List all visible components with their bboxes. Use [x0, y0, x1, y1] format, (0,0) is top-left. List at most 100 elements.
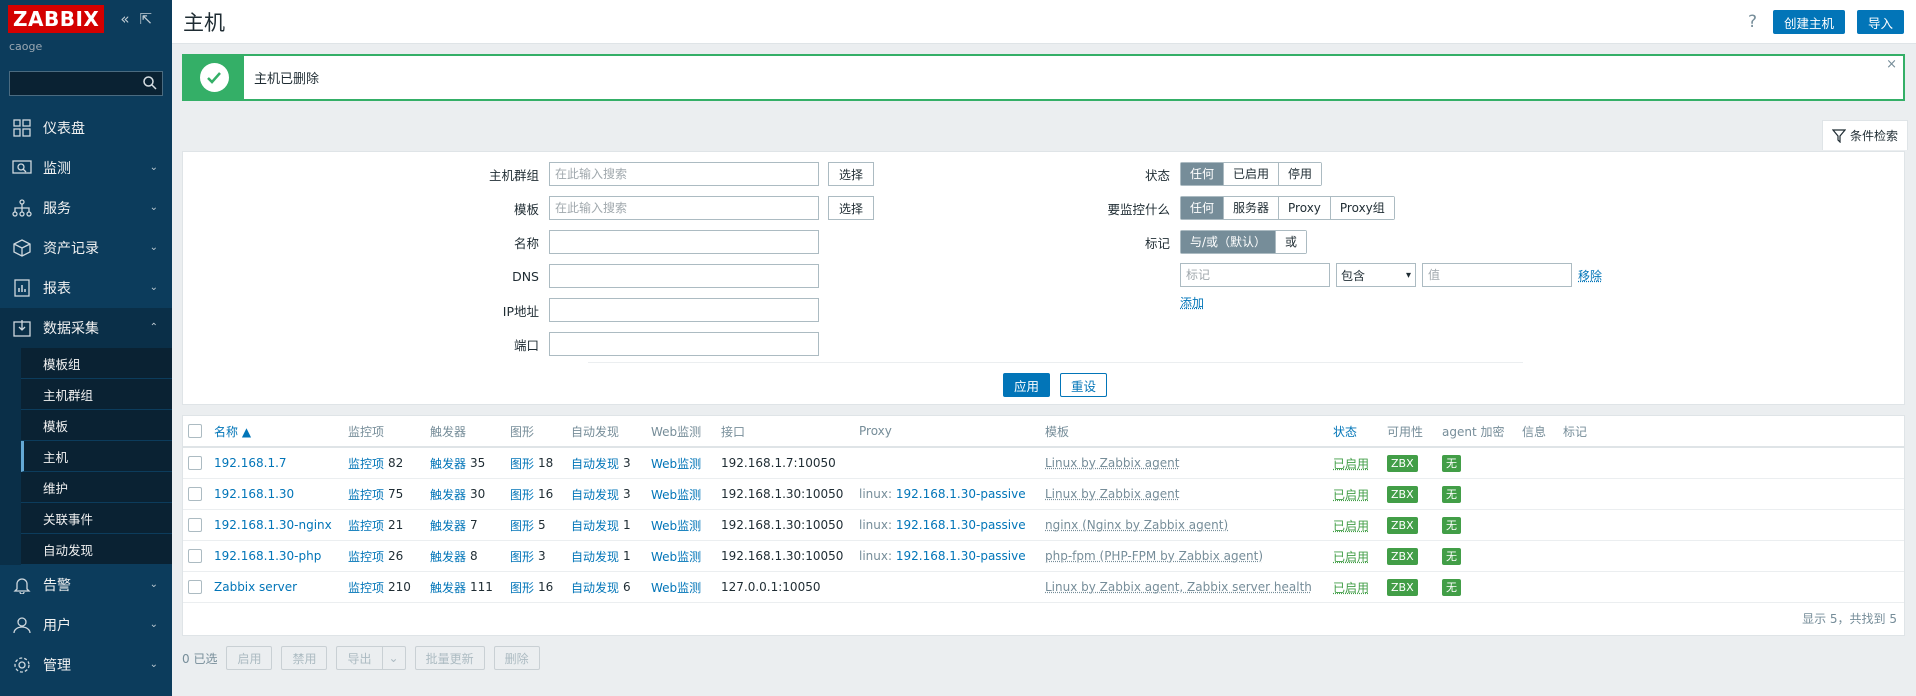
proxy-link[interactable]: 192.168.1.30-passive — [896, 549, 1026, 563]
tag-operator-select[interactable]: 包含 ▾ — [1336, 263, 1416, 287]
proxy-link[interactable]: 192.168.1.30-passive — [896, 518, 1026, 532]
status-toggle[interactable]: 已启用 — [1333, 455, 1369, 472]
graphs-link[interactable]: 图形 — [510, 548, 534, 565]
search-icon[interactable] — [142, 75, 158, 91]
status-toggle[interactable]: 已启用 — [1333, 548, 1369, 565]
add-tag-link[interactable]: 添加 — [1180, 294, 1204, 311]
web-link[interactable]: Web监测 — [651, 486, 701, 503]
host-name-link[interactable]: 192.168.1.7 — [214, 456, 287, 470]
menu-item-reports[interactable]: 报表 ⌄ — [0, 268, 172, 308]
submenu-item-template-groups[interactable]: 模板组 — [21, 348, 172, 379]
status-toggle[interactable]: 已启用 — [1333, 579, 1369, 596]
menu-item-administration[interactable]: 管理 ⌄ — [0, 645, 172, 685]
items-link[interactable]: 监控项 — [348, 517, 384, 534]
triggers-link[interactable]: 触发器 — [430, 455, 466, 472]
disable-button[interactable]: 禁用 — [281, 646, 328, 670]
template-input[interactable] — [549, 196, 819, 220]
templates-link[interactable]: Linux by Zabbix agent, Zabbix server hea… — [1045, 580, 1312, 594]
web-link[interactable]: Web监测 — [651, 548, 701, 565]
template-select-button[interactable]: 选择 — [828, 196, 875, 220]
web-link[interactable]: Web监测 — [651, 579, 701, 596]
close-icon[interactable]: × — [1886, 57, 1897, 72]
items-link[interactable]: 监控项 — [348, 455, 384, 472]
apply-button[interactable]: 应用 — [1003, 373, 1051, 397]
ip-input[interactable] — [549, 298, 819, 322]
export-button[interactable]: 导出 — [336, 646, 383, 670]
templates-link[interactable]: Linux by Zabbix agent — [1045, 456, 1179, 470]
host-group-input[interactable] — [549, 162, 819, 186]
dns-input[interactable] — [549, 264, 819, 288]
column-header-name[interactable]: 名称 ▲ — [214, 416, 251, 446]
discovery-link[interactable]: 自动发现 — [571, 517, 619, 534]
host-name-link[interactable]: Zabbix server — [214, 580, 297, 594]
create-host-button[interactable]: 创建主机 — [1772, 10, 1845, 34]
row-checkbox[interactable] — [188, 487, 202, 501]
items-link[interactable]: 监控项 — [348, 548, 384, 565]
graphs-link[interactable]: 图形 — [510, 455, 534, 472]
menu-item-monitoring[interactable]: 监测 ⌄ — [0, 148, 172, 188]
reset-button[interactable]: 重设 — [1060, 373, 1108, 397]
tag-name-input[interactable] — [1180, 263, 1330, 287]
menu-item-data-collection[interactable]: 数据采集 ⌃ — [0, 308, 172, 348]
submenu-item-hosts[interactable]: 主机 — [21, 441, 172, 472]
import-button[interactable]: 导入 — [1856, 10, 1904, 34]
monitored-by-server-option[interactable]: 服务器 — [1223, 197, 1279, 219]
sidebar-search-input[interactable] — [9, 71, 163, 96]
menu-item-dashboard[interactable]: 仪表盘 — [0, 108, 172, 148]
menu-item-inventory[interactable]: 资产记录 ⌄ — [0, 228, 172, 268]
filter-tab[interactable]: 条件检索 — [1821, 120, 1908, 150]
row-checkbox[interactable] — [188, 456, 202, 470]
submenu-item-host-groups[interactable]: 主机群组 — [21, 379, 172, 410]
triggers-link[interactable]: 触发器 — [430, 486, 466, 503]
host-name-link[interactable]: 192.168.1.30-nginx — [214, 518, 332, 532]
templates-link[interactable]: php-fpm (PHP-FPM by Zabbix agent) — [1045, 549, 1263, 563]
proxy-link[interactable]: 192.168.1.30-passive — [896, 487, 1026, 501]
collapse-sidebar-icon[interactable]: « — [120, 10, 129, 28]
column-header-status[interactable]: 状态 — [1333, 416, 1357, 446]
graphs-link[interactable]: 图形 — [510, 517, 534, 534]
submenu-item-discovery[interactable]: 自动发现 — [21, 534, 172, 565]
row-checkbox[interactable] — [188, 549, 202, 563]
templates-link[interactable]: nginx (Nginx by Zabbix agent) — [1045, 518, 1228, 532]
status-any-option[interactable]: 任何 — [1181, 163, 1224, 185]
monitored-by-proxy-option[interactable]: Proxy — [1278, 197, 1330, 219]
row-checkbox[interactable] — [188, 580, 202, 594]
graphs-link[interactable]: 图形 — [510, 579, 534, 596]
submenu-item-maintenance[interactable]: 维护 — [21, 472, 172, 503]
web-link[interactable]: Web监测 — [651, 455, 701, 472]
menu-item-services[interactable]: 服务 ⌄ — [0, 188, 172, 228]
items-link[interactable]: 监控项 — [348, 579, 384, 596]
templates-link[interactable]: Linux by Zabbix agent — [1045, 487, 1179, 501]
status-enabled-option[interactable]: 已启用 — [1223, 163, 1279, 185]
triggers-link[interactable]: 触发器 — [430, 548, 466, 565]
discovery-link[interactable]: 自动发现 — [571, 486, 619, 503]
select-all-checkbox[interactable] — [188, 424, 202, 438]
discovery-link[interactable]: 自动发现 — [571, 579, 619, 596]
name-input[interactable] — [549, 230, 819, 254]
items-link[interactable]: 监控项 — [348, 486, 384, 503]
tags-or-option[interactable]: 或 — [1275, 231, 1307, 253]
zabbix-logo[interactable]: ZABBIX — [8, 5, 105, 33]
submenu-item-event-correlation[interactable]: 关联事件 — [21, 503, 172, 534]
graphs-link[interactable]: 图形 — [510, 486, 534, 503]
tags-and-or-option[interactable]: 与/或（默认） — [1181, 231, 1276, 253]
monitored-by-any-option[interactable]: 任何 — [1181, 197, 1224, 219]
status-toggle[interactable]: 已启用 — [1333, 517, 1369, 534]
monitored-by-proxy-group-option[interactable]: Proxy组 — [1329, 197, 1394, 219]
row-checkbox[interactable] — [188, 518, 202, 532]
triggers-link[interactable]: 触发器 — [430, 579, 466, 596]
submenu-item-templates[interactable]: 模板 — [21, 410, 172, 441]
port-input[interactable] — [549, 332, 819, 356]
status-disabled-option[interactable]: 停用 — [1278, 163, 1322, 185]
mass-update-button[interactable]: 批量更新 — [414, 646, 485, 670]
status-toggle[interactable]: 已启用 — [1333, 486, 1369, 503]
menu-item-alerts[interactable]: 告警 ⌄ — [0, 565, 172, 605]
help-icon[interactable]: ? — [1748, 12, 1757, 32]
export-dropdown-chevron-icon[interactable]: ⌄ — [382, 646, 406, 670]
host-name-link[interactable]: 192.168.1.30-php — [214, 549, 321, 563]
discovery-link[interactable]: 自动发现 — [571, 455, 619, 472]
triggers-link[interactable]: 触发器 — [430, 517, 466, 534]
remove-tag-link[interactable]: 移除 — [1578, 267, 1602, 284]
tag-value-input[interactable] — [1422, 263, 1572, 287]
kiosk-mode-icon[interactable]: ⇱ — [140, 10, 153, 28]
